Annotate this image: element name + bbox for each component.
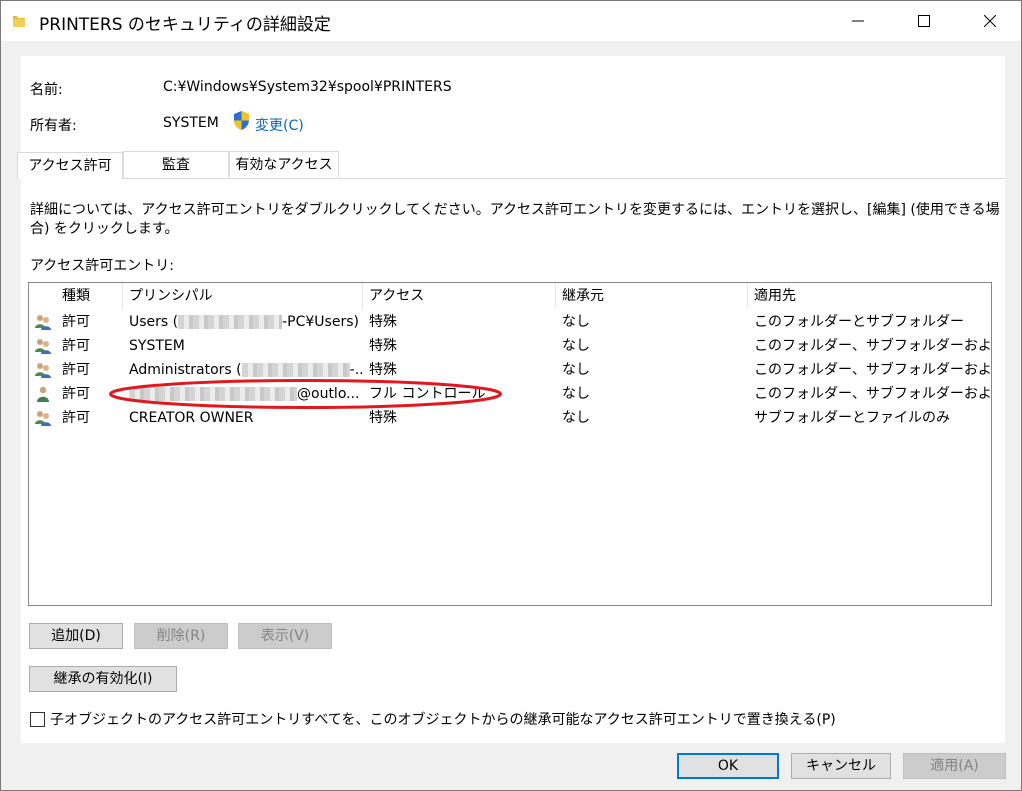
cell-principal: Administrators ( -... xyxy=(123,358,363,382)
minimize-icon xyxy=(852,20,864,22)
cell-inherited: なし xyxy=(562,410,590,426)
description-text: 詳細については、アクセス許可エントリをダブルクリックしてください。アクセス許可エ… xyxy=(30,202,1000,237)
close-button[interactable] xyxy=(967,1,1013,41)
cell-principal: Users ( -PC¥Users) xyxy=(123,310,363,334)
close-icon xyxy=(984,15,996,27)
cell-principal: @outlo... xyxy=(123,382,363,406)
change-owner-link[interactable]: 変更(C) xyxy=(255,115,304,135)
title-bar[interactable]: PRINTERS のセキュリティの詳細設定 xyxy=(1,1,1021,41)
cell-inherited: なし xyxy=(562,362,590,378)
column-header-type[interactable]: 種類 xyxy=(56,283,123,309)
folder-icon xyxy=(13,16,25,27)
cell-applies-to: このフォルダーとサブフォルダー xyxy=(754,314,964,330)
replace-child-permissions-checkbox[interactable] xyxy=(30,712,45,727)
users-group-icon xyxy=(35,411,51,426)
users-group-icon xyxy=(35,315,51,330)
cell-access: フル コントロール xyxy=(369,386,486,402)
tab-permissions[interactable]: アクセス許可 xyxy=(17,152,123,179)
table-row[interactable]: 許可 CREATOR OWNER 特殊 なし サブフォルダーとファイルのみ xyxy=(29,406,991,430)
cell-type: 許可 xyxy=(62,314,90,330)
users-group-icon xyxy=(35,363,51,378)
permission-entries-list[interactable]: 種類 プリンシパル アクセス 継承元 適用先 許可 Users ( -PC¥Use… xyxy=(28,282,992,606)
name-label: 名前: xyxy=(30,82,63,98)
cell-principal: CREATOR OWNER xyxy=(129,410,254,426)
cell-type: 許可 xyxy=(62,410,90,426)
cell-type: 許可 xyxy=(62,362,90,378)
cell-applies-to: サブフォルダーとファイルのみ xyxy=(754,410,950,426)
column-header-applies-to[interactable]: 適用先 xyxy=(748,283,991,309)
principal-suffix: -... xyxy=(349,362,363,378)
security-advanced-dialog: PRINTERS のセキュリティの詳細設定 名前: C:¥Windows¥Sys… xyxy=(0,0,1022,791)
cell-access: 特殊 xyxy=(369,314,397,330)
cell-access: 特殊 xyxy=(369,362,397,378)
cell-access: 特殊 xyxy=(369,410,397,426)
redacted-text xyxy=(241,363,350,377)
replace-child-permissions-label[interactable]: 子オブジェクトのアクセス許可エントリすべてを、このオブジェクトからの継承可能なア… xyxy=(50,709,836,729)
tab-auditing[interactable]: 監査 xyxy=(123,151,229,177)
add-button[interactable]: 追加(D) xyxy=(29,623,123,649)
principal-suffix: -PC¥Users) xyxy=(282,314,359,330)
cancel-button[interactable]: キャンセル xyxy=(791,753,891,779)
minimize-button[interactable] xyxy=(835,1,881,41)
name-value: C:¥Windows¥System32¥spool¥PRINTERS xyxy=(163,79,452,95)
cell-type: 許可 xyxy=(62,386,90,402)
tab-strip-line xyxy=(21,178,1005,179)
redacted-text xyxy=(129,387,297,401)
cell-applies-to: このフォルダー、サブフォルダーおよびファ... xyxy=(754,386,991,402)
owner-value: SYSTEM xyxy=(163,115,219,131)
column-header-principal[interactable]: プリンシパル xyxy=(123,283,363,309)
entries-label: アクセス許可エントリ: xyxy=(30,258,175,274)
table-row[interactable]: 許可 @outlo... フル コントロール なし このフォルダー、サブフォルダ… xyxy=(29,382,991,406)
cell-applies-to: このフォルダー、サブフォルダーおよびファ... xyxy=(754,338,991,354)
ok-button[interactable]: OK xyxy=(677,753,779,779)
cell-applies-to: このフォルダー、サブフォルダーおよびファ... xyxy=(754,362,991,378)
tab-effective-access[interactable]: 有効なアクセス xyxy=(229,151,339,177)
cell-principal: SYSTEM xyxy=(129,338,185,354)
single-user-icon xyxy=(37,386,49,402)
window-title: PRINTERS のセキュリティの詳細設定 xyxy=(39,15,331,35)
cell-inherited: なし xyxy=(562,386,590,402)
content-panel: 名前: C:¥Windows¥System32¥spool¥PRINTERS 所… xyxy=(17,56,1005,743)
column-header-access[interactable]: アクセス xyxy=(363,283,556,309)
principal-suffix: @outlo... xyxy=(297,386,360,402)
table-row[interactable]: 許可 Users ( -PC¥Users) 特殊 なし このフォルダーとサブフォル… xyxy=(29,310,991,334)
principal-prefix: Users ( xyxy=(129,314,179,330)
cell-inherited: なし xyxy=(562,338,590,354)
apply-button[interactable]: 適用(A) xyxy=(903,753,1006,779)
users-group-icon xyxy=(35,339,51,354)
table-row[interactable]: 許可 SYSTEM 特殊 なし このフォルダー、サブフォルダーおよびファ... xyxy=(29,334,991,358)
column-header-inherited[interactable]: 継承元 xyxy=(556,283,748,309)
maximize-button[interactable] xyxy=(901,1,947,41)
cell-inherited: なし xyxy=(562,314,590,330)
cell-type: 許可 xyxy=(62,338,90,354)
enable-inheritance-button[interactable]: 継承の有効化(I) xyxy=(29,666,177,692)
view-button[interactable]: 表示(V) xyxy=(238,623,332,649)
redacted-text xyxy=(178,315,283,329)
uac-shield-icon xyxy=(234,111,249,130)
principal-prefix: Administrators ( xyxy=(129,362,242,378)
remove-button[interactable]: 削除(R) xyxy=(134,623,228,649)
table-row[interactable]: 許可 Administrators ( -... 特殊 なし このフォルダー、サブ… xyxy=(29,358,991,382)
owner-label: 所有者: xyxy=(30,118,77,134)
maximize-icon xyxy=(918,15,930,27)
cell-access: 特殊 xyxy=(369,338,397,354)
